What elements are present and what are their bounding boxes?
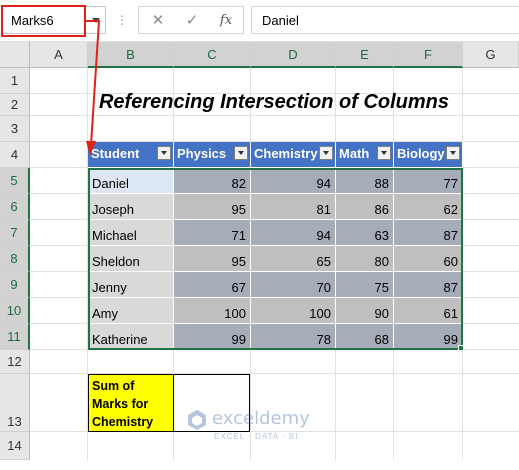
- cancel-icon[interactable]: ✕: [149, 12, 167, 30]
- row-header-9[interactable]: 9: [0, 272, 30, 298]
- formula-input[interactable]: Daniel: [251, 6, 519, 34]
- table-header-student[interactable]: Student: [88, 142, 174, 168]
- name-box-callout: [1, 5, 86, 37]
- column-header-b[interactable]: B: [88, 42, 174, 68]
- enter-check-icon[interactable]: ✓: [183, 12, 201, 30]
- table-header-label: Student: [91, 146, 140, 161]
- column-header-a[interactable]: A: [30, 42, 88, 68]
- selected-range-outline: [88, 168, 463, 350]
- table-header-biology[interactable]: Biology: [394, 142, 463, 168]
- row-header-13[interactable]: 13: [0, 374, 30, 432]
- sum-label-cell[interactable]: Sum of Marks for Chemistry: [88, 374, 174, 432]
- table-header-label: Math: [339, 146, 370, 161]
- row-header-12[interactable]: 12: [0, 350, 30, 374]
- row-header-6[interactable]: 6: [0, 194, 30, 220]
- triangle-down-icon: [238, 151, 244, 155]
- table-header-math[interactable]: Math: [336, 142, 394, 168]
- row-header-5[interactable]: 5: [0, 168, 30, 194]
- name-box-dropdown-button[interactable]: [86, 6, 106, 34]
- watermark-name: exceldemy: [212, 408, 310, 429]
- triangle-down-icon: [161, 151, 167, 155]
- select-all-corner[interactable]: [0, 42, 30, 68]
- exceldemy-logo-icon: [188, 410, 206, 430]
- table-header-label: Physics: [177, 146, 227, 161]
- formula-bar-separator: ⋮: [116, 13, 128, 27]
- watermark-tagline: EXCEL · DATA · BI: [214, 432, 299, 441]
- column-header-f[interactable]: F: [394, 42, 463, 68]
- row-header-2[interactable]: 2: [0, 94, 30, 116]
- triangle-down-icon: [323, 151, 329, 155]
- row-header-7[interactable]: 7: [0, 220, 30, 246]
- column-header-c[interactable]: C: [174, 42, 251, 68]
- formula-bar-buttons: ✕ ✓ fx: [138, 6, 244, 34]
- filter-dropdown-icon[interactable]: [234, 146, 248, 160]
- row-header-4[interactable]: 4: [0, 142, 30, 168]
- triangle-down-icon: [381, 151, 387, 155]
- column-header-d[interactable]: D: [251, 42, 336, 68]
- column-header-e[interactable]: E: [336, 42, 394, 68]
- chevron-down-icon: [92, 18, 100, 23]
- insert-function-icon[interactable]: fx: [217, 12, 235, 30]
- filter-dropdown-icon[interactable]: [446, 146, 460, 160]
- fill-handle[interactable]: [458, 345, 464, 351]
- sheet-title: Referencing Intersection of Columns: [98, 91, 450, 113]
- watermark: exceldemy EXCEL · DATA · BI: [186, 405, 346, 445]
- row-header-11[interactable]: 11: [0, 324, 30, 350]
- row-header-3[interactable]: 3: [0, 116, 30, 142]
- row-header-10[interactable]: 10: [0, 298, 30, 324]
- table-header-chemistry[interactable]: Chemistry: [251, 142, 336, 168]
- table-header-label: Biology: [397, 146, 445, 161]
- table-header-physics[interactable]: Physics: [174, 142, 251, 168]
- row-header-1[interactable]: 1: [0, 68, 30, 94]
- column-header-g[interactable]: G: [463, 42, 519, 68]
- triangle-down-icon: [450, 151, 456, 155]
- row-header-14[interactable]: 14: [0, 432, 30, 460]
- filter-dropdown-icon[interactable]: [157, 146, 171, 160]
- filter-dropdown-icon[interactable]: [319, 146, 333, 160]
- row-header-8[interactable]: 8: [0, 246, 30, 272]
- table-header-label: Chemistry: [254, 146, 318, 161]
- filter-dropdown-icon[interactable]: [377, 146, 391, 160]
